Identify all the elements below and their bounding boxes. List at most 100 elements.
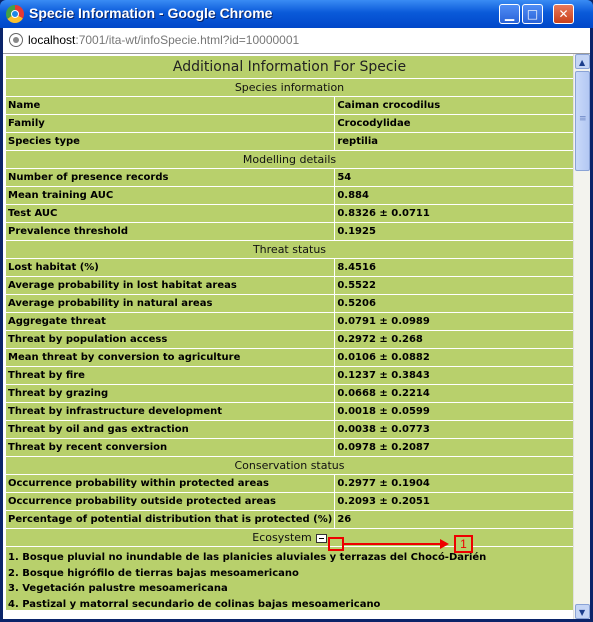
table-row: Threat by recent conversion 0.0978 ± 0.20…: [6, 439, 573, 456]
row-value: 0.0978 ± 0.2087: [334, 439, 573, 456]
row-label: Average probability in lost habitat area…: [6, 277, 335, 294]
table-row: Number of presence records 54: [6, 169, 573, 186]
row-value: 0.0038 ± 0.0773: [334, 421, 573, 438]
row-value: 0.2977 ± 0.1904: [334, 475, 573, 492]
url-path: :7001/ita-wt/infoSpecie.html?id=10000001: [75, 33, 300, 47]
url-text[interactable]: localhost:7001/ita-wt/infoSpecie.html?id…: [28, 33, 299, 47]
row-value: 0.0018 ± 0.0599: [334, 403, 573, 420]
chevron-up-icon: ▲: [579, 58, 586, 67]
title-bar[interactable]: Specie Information - Google Chrome ▁ □ ✕: [0, 0, 593, 28]
annotation-callout: 1: [454, 535, 473, 553]
ecosystem-list: 1. Bosque pluvial no inundable de las pl…: [6, 547, 573, 610]
row-label: Prevalence threshold: [6, 223, 335, 240]
section-title-conservation: Conservation status: [6, 457, 573, 474]
table-row: Name Caiman crocodilus: [6, 97, 573, 114]
annotation-arrow-head: [440, 539, 449, 549]
window-title: Specie Information - Google Chrome: [29, 5, 273, 21]
annotation-arrow-line: [344, 543, 441, 545]
chevron-down-icon: ▼: [579, 608, 586, 617]
list-item: 1. Bosque pluvial no inundable de las pl…: [8, 552, 487, 563]
section-header-threat: Threat status: [6, 241, 573, 258]
row-value: 54: [334, 169, 573, 186]
row-label: Occurrence probability outside protected…: [6, 493, 335, 510]
vertical-scrollbar[interactable]: ▲ ▼: [573, 54, 590, 619]
table-row: Test AUC 0.8326 ± 0.0711: [6, 205, 573, 222]
section-title-threat: Threat status: [6, 241, 573, 258]
table-row: Species type reptilia: [6, 133, 573, 150]
row-label: Mean training AUC: [6, 187, 335, 204]
table-row: Occurrence probability outside protected…: [6, 493, 573, 510]
row-label: Occurrence probability within protected …: [6, 475, 335, 492]
row-label: Threat by oil and gas extraction: [6, 421, 335, 438]
row-value: 0.0106 ± 0.0882: [334, 349, 573, 366]
row-label: Aggregate threat: [6, 313, 335, 330]
row-value: 8.4516: [334, 259, 573, 276]
list-item: 4. Pastizal y matorral secundario de col…: [8, 598, 381, 610]
section-header-conservation: Conservation status: [6, 457, 573, 474]
page-content: Additional Information For Specie Specie…: [6, 55, 573, 610]
table-row: Average probability in lost habitat area…: [6, 277, 573, 294]
close-button[interactable]: ✕: [553, 4, 574, 24]
row-value: 0.2093 ± 0.2051: [334, 493, 573, 510]
table-row: Family Crocodylidae: [6, 115, 573, 132]
row-label: Name: [6, 97, 335, 114]
scroll-up-button[interactable]: ▲: [575, 54, 590, 69]
section-header-modelling: Modelling details: [6, 151, 573, 168]
row-value: Caiman crocodilus: [334, 97, 573, 114]
table-row: Mean threat by conversion to agriculture…: [6, 349, 573, 366]
row-value: 0.884: [334, 187, 573, 204]
scroll-thumb[interactable]: [575, 71, 590, 171]
table-row: Mean training AUC 0.884: [6, 187, 573, 204]
table-row: Threat by population access 0.2972 ± 0.26…: [6, 331, 573, 348]
chrome-icon: [6, 5, 24, 23]
page-viewport: Additional Information For Specie Specie…: [3, 54, 590, 619]
row-label: Threat by fire: [6, 367, 335, 384]
row-value: 0.0668 ± 0.2214: [334, 385, 573, 402]
row-label: Mean threat by conversion to agriculture: [6, 349, 335, 366]
table-row: Average probability in natural areas 0.52…: [6, 295, 573, 312]
row-label: Test AUC: [6, 205, 335, 222]
row-label: Threat by infrastructure development: [6, 403, 335, 420]
maximize-button[interactable]: □: [522, 4, 543, 24]
section-title-ecosystem: Ecosystem: [252, 531, 312, 544]
page-icon: [9, 33, 23, 47]
table-row: Threat by fire 0.1237 ± 0.3843: [6, 367, 573, 384]
list-item: 2. Bosque higrófilo de tierras bajas mes…: [8, 567, 299, 579]
row-label: Threat by grazing: [6, 385, 335, 402]
browser-window: Specie Information - Google Chrome ▁ □ ✕…: [0, 0, 593, 622]
table-row: Threat by oil and gas extraction 0.0038 ±…: [6, 421, 573, 438]
scroll-down-button[interactable]: ▼: [575, 604, 590, 619]
row-value: 0.0791 ± 0.0989: [334, 313, 573, 330]
table-row: Occurrence probability within protected …: [6, 475, 573, 492]
row-label: Average probability in natural areas: [6, 295, 335, 312]
row-value: 0.2972 ± 0.268: [334, 331, 573, 348]
main-title-row: Additional Information For Specie: [6, 56, 573, 78]
row-value: 0.5206: [334, 295, 573, 312]
section-title-modelling: Modelling details: [6, 151, 573, 168]
row-value: reptilia: [334, 133, 573, 150]
minimize-button[interactable]: ▁: [499, 4, 520, 24]
table-row: Lost habitat (%) 8.4516: [6, 259, 573, 276]
row-value: 0.1925: [334, 223, 573, 240]
section-title-ecosystem-cell: Ecosystem: [6, 529, 573, 546]
list-item: 3. Vegetación palustre mesoamericana: [8, 583, 228, 594]
row-label: Species type: [6, 133, 335, 150]
row-label: Threat by recent conversion: [6, 439, 335, 456]
row-value: 0.1237 ± 0.3843: [334, 367, 573, 384]
page-title: Additional Information For Specie: [6, 56, 573, 78]
table-row: Threat by infrastructure development 0.00…: [6, 403, 573, 420]
row-value: 26: [334, 511, 573, 528]
annotation-highlight-box: [328, 537, 344, 551]
row-label: Percentage of potential distribution tha…: [6, 511, 335, 528]
section-title-species: Species information: [6, 79, 573, 96]
url-host: localhost: [28, 33, 76, 47]
address-bar[interactable]: localhost:7001/ita-wt/infoSpecie.html?id…: [3, 28, 590, 54]
row-value: 0.5522: [334, 277, 573, 294]
collapse-toggle-icon[interactable]: [315, 533, 327, 543]
row-label: Threat by population access: [6, 331, 335, 348]
row-value: Crocodylidae: [334, 115, 573, 132]
row-label: Lost habitat (%): [6, 259, 335, 276]
table-row: Threat by grazing 0.0668 ± 0.2214: [6, 385, 573, 402]
row-value: 0.8326 ± 0.0711: [334, 205, 573, 222]
table-row: Prevalence threshold 0.1925: [6, 223, 573, 240]
